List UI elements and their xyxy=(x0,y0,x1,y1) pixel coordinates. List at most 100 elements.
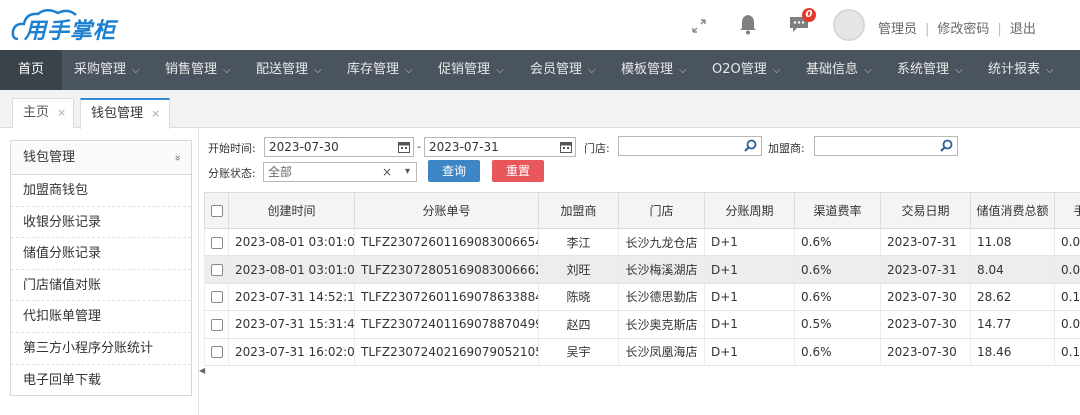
nav-item-delivery[interactable]: 配送管理 ⌵ xyxy=(256,50,322,90)
chevron-down-icon[interactable]: ▾ xyxy=(405,163,410,181)
close-icon[interactable]: × xyxy=(57,106,66,119)
tab-home[interactable]: 主页 × xyxy=(12,98,74,128)
nav-item-purchase[interactable]: 采购管理 ⌵ xyxy=(74,50,140,90)
nav-item-promotion[interactable]: 促销管理 ⌵ xyxy=(438,50,504,90)
franchisee-label: 加盟商: xyxy=(768,142,805,155)
column-header[interactable]: 交易日期 xyxy=(880,192,971,229)
user-name[interactable]: 管理员 xyxy=(878,22,917,37)
logo-text[interactable]: 用手掌柜 xyxy=(24,13,116,44)
sidebar-item-store-reconciliation[interactable]: 门店储值对账 xyxy=(11,270,191,302)
search-icon[interactable] xyxy=(744,139,757,152)
nav-label: 配送管理 xyxy=(256,62,309,77)
change-password-link[interactable]: 修改密码 xyxy=(937,22,989,37)
split-records-table: 创建时间 分账单号 加盟商 门店 分账周期 渠道费率 交易日期 储值消费总额 手… xyxy=(204,192,1080,415)
nav-label: 基础信息 xyxy=(806,62,859,77)
column-header[interactable]: 门店 xyxy=(618,192,705,229)
chevron-down-icon: ⌵ xyxy=(955,65,963,76)
nav-item-sales[interactable]: 销售管理 ⌵ xyxy=(165,50,231,90)
table-row[interactable]: 2023-07-31 15:31:45 TLFZ23072401169078870… xyxy=(204,310,1080,339)
table-cell: TLFZ230724021690790521057 xyxy=(354,338,539,366)
table-cell: 吴宇 xyxy=(538,338,619,366)
table-cell: 2023-07-30 xyxy=(880,338,971,366)
table-cell: 长沙梅溪湖店 xyxy=(618,255,705,284)
table-cell: 长沙奥克斯店 xyxy=(618,310,705,339)
logout-link[interactable]: 退出 xyxy=(1010,22,1036,37)
sidebar-item-withholding-bills[interactable]: 代扣账单管理 xyxy=(11,301,191,333)
reset-button[interactable]: 重置 xyxy=(492,160,544,182)
column-header[interactable]: 储值消费总额 xyxy=(970,192,1055,229)
table-cell: 18.46 xyxy=(970,338,1055,366)
chevron-down-icon: ⌵ xyxy=(772,65,781,76)
query-button[interactable]: 查询 xyxy=(428,160,480,182)
collapse-icon[interactable]: » xyxy=(161,155,195,162)
nav-item-home[interactable]: 首页 xyxy=(0,50,62,90)
avatar[interactable] xyxy=(833,9,865,41)
nav-label: O2O管理 xyxy=(712,62,767,77)
split-status-select[interactable]: 全部 × ▾ xyxy=(263,162,417,182)
column-header[interactable]: 手 xyxy=(1054,192,1080,229)
column-header[interactable]: 渠道费率 xyxy=(794,192,881,229)
fullscreen-icon[interactable] xyxy=(690,17,708,35)
table-row[interactable]: 2023-07-31 16:02:01 TLFZ23072402169079052… xyxy=(204,338,1080,366)
table-cell: 2023-07-31 15:31:45 xyxy=(228,310,355,339)
nav-label: 模板管理 xyxy=(621,62,674,77)
end-date-value: 2023-07-31 xyxy=(429,140,499,154)
row-checkbox[interactable] xyxy=(204,283,229,312)
nav-item-member[interactable]: 会员管理 ⌵ xyxy=(530,50,596,90)
nav-item-basic-info[interactable]: 基础信息 ⌵ xyxy=(806,50,872,90)
bell-icon[interactable] xyxy=(738,13,758,35)
column-header[interactable]: 创建时间 xyxy=(228,192,355,229)
row-checkbox[interactable] xyxy=(204,255,229,284)
table-cell: 0.5% xyxy=(794,310,881,339)
tab-label: 主页 xyxy=(23,105,50,120)
search-icon[interactable] xyxy=(940,139,953,152)
chevron-down-icon: ⌵ xyxy=(679,65,687,76)
table-row[interactable]: 2023-08-01 03:01:07 TLFZ23072805169083006… xyxy=(204,255,1080,284)
sidebar-item-receipt-download[interactable]: 电子回单下载 xyxy=(11,365,191,397)
nav-label: 系统管理 xyxy=(897,62,950,77)
nav-item-template[interactable]: 模板管理 ⌵ xyxy=(621,50,687,90)
nav-item-reports[interactable]: 统计报表 ⌵ xyxy=(988,50,1054,90)
table-cell: 2023-07-31 xyxy=(880,255,971,284)
table-row[interactable]: 2023-07-31 14:52:19 TLFZ23072601169078633… xyxy=(204,283,1080,312)
select-all-checkbox[interactable] xyxy=(204,192,229,229)
sidebar-item-cashier-split[interactable]: 收银分账记录 xyxy=(11,207,191,239)
nav-item-inventory[interactable]: 库存管理 ⌵ xyxy=(347,50,413,90)
start-date-input[interactable]: 2023-07-30 xyxy=(264,137,414,157)
sidebar-title: 钱包管理 » xyxy=(11,141,191,175)
row-checkbox[interactable] xyxy=(204,228,229,257)
table-cell: 14.77 xyxy=(970,310,1055,339)
tab-wallet[interactable]: 钱包管理 × xyxy=(80,98,170,129)
column-header[interactable]: 加盟商 xyxy=(538,192,619,229)
column-header[interactable]: 分账周期 xyxy=(704,192,795,229)
table-cell: D+1 xyxy=(704,283,795,312)
clear-icon[interactable]: × xyxy=(382,163,392,181)
nav-label: 促销管理 xyxy=(438,62,491,77)
sidebar-title-text: 钱包管理 xyxy=(23,150,76,165)
row-checkbox[interactable] xyxy=(204,310,229,339)
nav-item-o2o[interactable]: O2O管理 ⌵ xyxy=(712,50,780,90)
end-date-input[interactable]: 2023-07-31 xyxy=(424,137,576,157)
column-header[interactable]: 分账单号 xyxy=(354,192,539,229)
table-cell: 2023-07-31 14:52:19 xyxy=(228,283,355,312)
calendar-icon[interactable] xyxy=(398,141,410,153)
sidebar-item-stored-value-split[interactable]: 储值分账记录 xyxy=(11,238,191,270)
store-input[interactable] xyxy=(618,136,762,156)
sidebar-item-miniapp-stats[interactable]: 第三方小程序分账统计 xyxy=(11,333,191,365)
table-row[interactable]: 2023-08-01 03:01:07 TLFZ23072601169083006… xyxy=(204,228,1080,257)
franchisee-input[interactable] xyxy=(814,136,958,156)
table-cell: 0.05 xyxy=(1054,255,1080,284)
nav-label: 首页 xyxy=(17,62,44,77)
table-cell: 2023-08-01 03:01:07 xyxy=(228,228,355,257)
sidebar-item-franchisee-wallet[interactable]: 加盟商钱包 xyxy=(11,175,191,207)
calendar-icon[interactable] xyxy=(560,141,572,153)
chevron-down-icon: ⌵ xyxy=(314,65,322,76)
table-cell: 11.08 xyxy=(970,228,1055,257)
chevron-down-icon: ⌵ xyxy=(496,65,504,76)
nav-item-system[interactable]: 系统管理 ⌵ xyxy=(897,50,963,90)
table-cell: 陈晓 xyxy=(538,283,619,312)
close-icon[interactable]: × xyxy=(151,107,160,120)
message-badge: 0 xyxy=(802,8,816,22)
row-checkbox[interactable] xyxy=(204,338,229,366)
store-label: 门店: xyxy=(584,142,610,155)
